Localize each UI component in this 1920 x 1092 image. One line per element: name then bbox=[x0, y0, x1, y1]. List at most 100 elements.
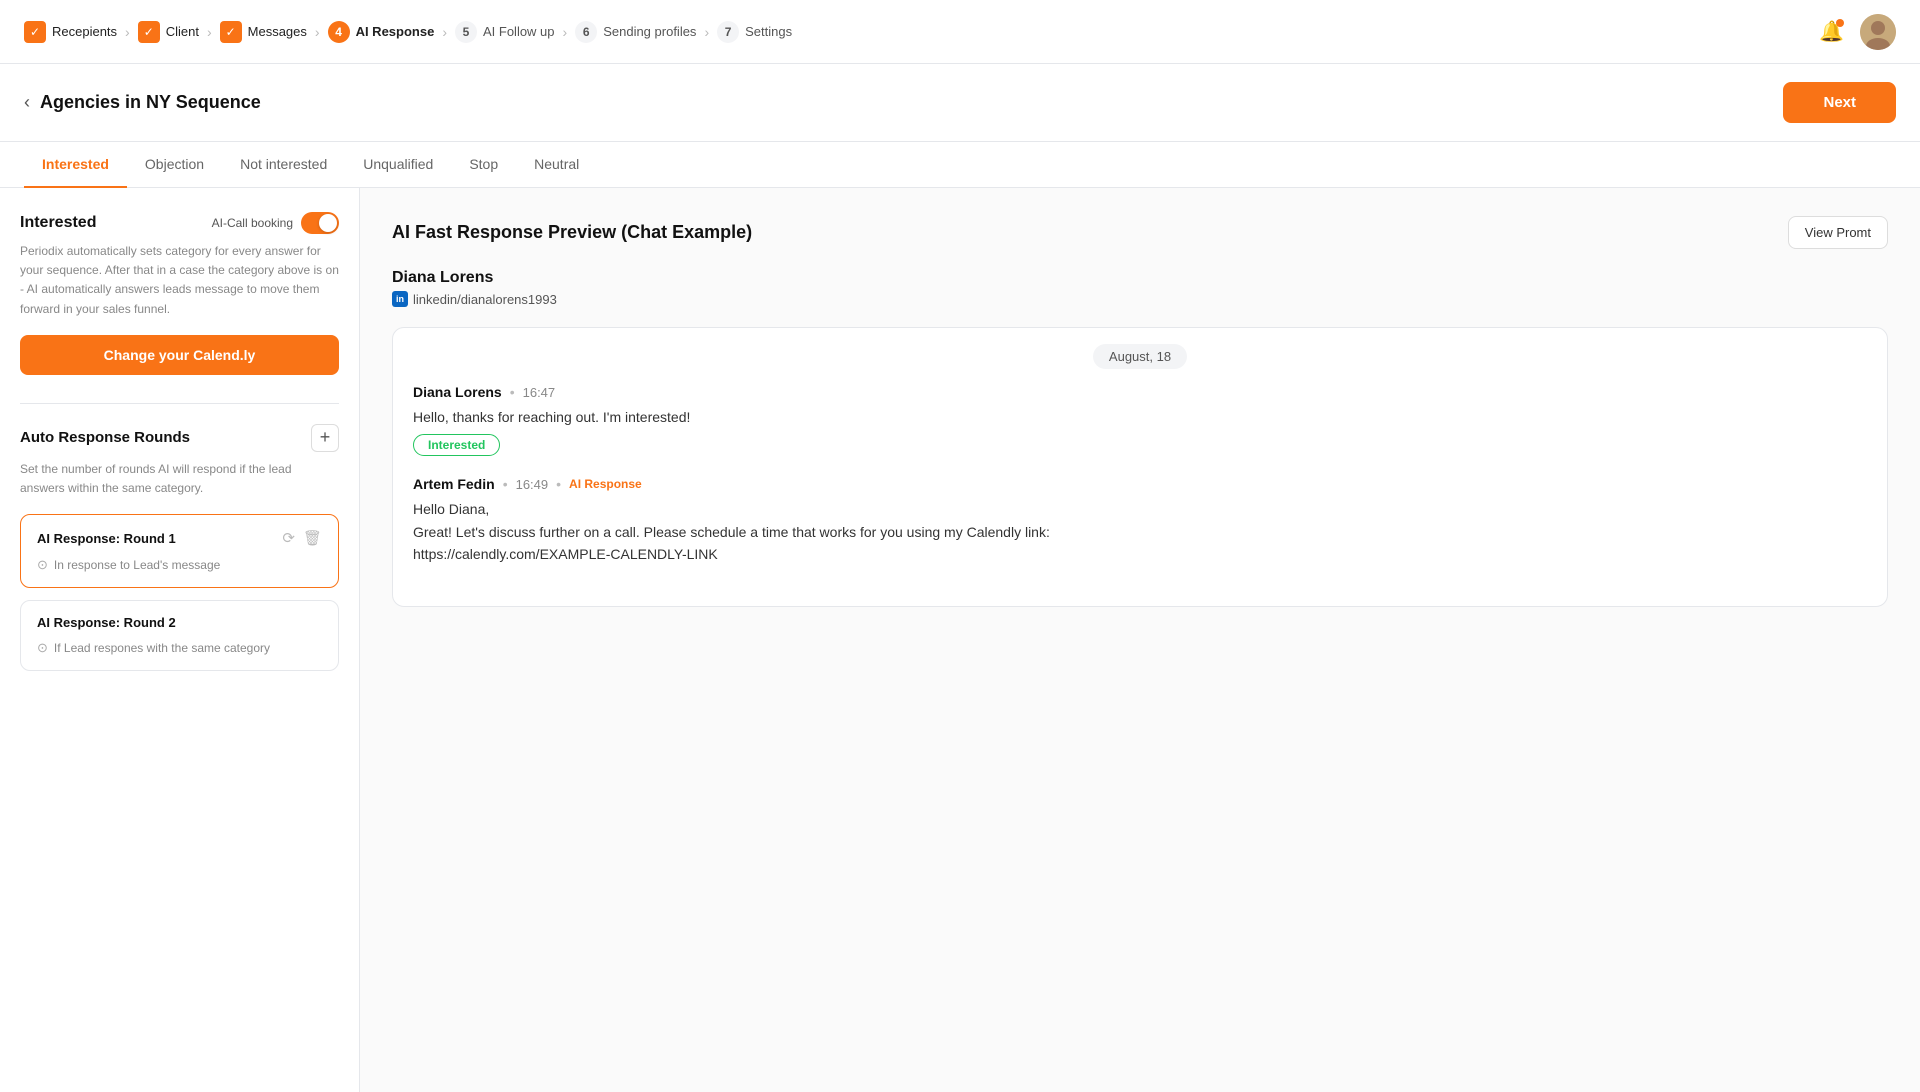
user-avatar[interactable] bbox=[1860, 14, 1896, 50]
step-label-sending-profiles: Sending profiles bbox=[603, 24, 696, 39]
date-badge: August, 18 bbox=[413, 348, 1867, 364]
msg-1-text: Hello, thanks for reaching out. I'm inte… bbox=[413, 406, 1867, 428]
round-1-icons: ⟳ 🗑 bbox=[282, 529, 322, 547]
round-1-delete-icon[interactable]: 🗑 bbox=[303, 529, 322, 547]
tab-stop[interactable]: Stop bbox=[451, 142, 516, 188]
msg-2-dot-2: • bbox=[556, 476, 561, 492]
linkedin-icon: in bbox=[392, 291, 408, 307]
msg-1-sender-row: Diana Lorens • 16:47 bbox=[413, 384, 1867, 400]
nav-step-ai-response[interactable]: 4 AI Response bbox=[328, 21, 435, 43]
msg-2-dot: • bbox=[503, 476, 508, 492]
nav-step-recepients[interactable]: ✓ Recepients bbox=[24, 21, 117, 43]
contact-name: Diana Lorens bbox=[392, 269, 1888, 287]
panel-section-title: Interested bbox=[20, 214, 96, 232]
msg-1-time: 16:47 bbox=[523, 385, 556, 400]
round-2-meta-icon: ⊙ bbox=[37, 640, 48, 656]
preview-title: AI Fast Response Preview (Chat Example) bbox=[392, 222, 752, 243]
round-2-meta: ⊙ If Lead respones with the same categor… bbox=[37, 640, 322, 656]
add-round-button[interactable]: + bbox=[311, 424, 339, 452]
preview-header: AI Fast Response Preview (Chat Example) … bbox=[392, 216, 1888, 249]
arrow-2: › bbox=[207, 24, 212, 40]
toggle-label: AI-Call booking bbox=[212, 216, 293, 230]
view-prompt-button[interactable]: View Promt bbox=[1788, 216, 1888, 249]
message-1: Diana Lorens • 16:47 Hello, thanks for r… bbox=[413, 384, 1867, 456]
step-label-messages: Messages bbox=[248, 24, 307, 39]
step-label-settings: Settings bbox=[745, 24, 792, 39]
msg-1-sender: Diana Lorens bbox=[413, 384, 502, 400]
check-icon-recepients: ✓ bbox=[24, 21, 46, 43]
check-icon-client: ✓ bbox=[138, 21, 160, 43]
main-content: Interested AI-Call booking Periodix auto… bbox=[0, 188, 1920, 1092]
step-num-settings: 7 bbox=[717, 21, 739, 43]
tab-neutral[interactable]: Neutral bbox=[516, 142, 597, 188]
msg-2-ai-label: AI Response bbox=[569, 477, 642, 491]
round-1-name: AI Response: Round 1 bbox=[37, 531, 176, 546]
rounds-header: Auto Response Rounds + bbox=[20, 424, 339, 452]
tab-not-interested[interactable]: Not interested bbox=[222, 142, 345, 188]
nav-right: 🔔 bbox=[1819, 14, 1896, 50]
step-num-sending-profiles: 6 bbox=[575, 21, 597, 43]
notification-bell[interactable]: 🔔 bbox=[1819, 19, 1844, 44]
notification-dot bbox=[1836, 19, 1844, 27]
page-header: ‹ Agencies in NY Sequence Next bbox=[0, 64, 1920, 142]
arrow-4: › bbox=[442, 24, 447, 40]
top-nav: ✓ Recepients › ✓ Client › ✓ Messages › 4… bbox=[0, 0, 1920, 64]
arrow-1: › bbox=[125, 24, 130, 40]
nav-step-messages[interactable]: ✓ Messages bbox=[220, 21, 307, 43]
page-title: Agencies in NY Sequence bbox=[40, 92, 261, 113]
date-badge-text: August, 18 bbox=[1093, 344, 1187, 369]
tab-bar: Interested Objection Not interested Unqu… bbox=[0, 142, 1920, 188]
auto-response-rounds-section: Auto Response Rounds + Set the number of… bbox=[20, 424, 339, 671]
round-1-copy-icon[interactable]: ⟳ bbox=[282, 529, 295, 547]
change-calendly-button[interactable]: Change your Calend.ly bbox=[20, 335, 339, 375]
arrow-3: › bbox=[315, 24, 320, 40]
msg-2-text: Hello Diana, Great! Let's discuss furthe… bbox=[413, 498, 1867, 565]
round-1-meta: ⊙ In response to Lead's message bbox=[37, 557, 322, 573]
tab-interested[interactable]: Interested bbox=[24, 142, 127, 188]
tab-unqualified[interactable]: Unqualified bbox=[345, 142, 451, 188]
msg-2-time: 16:49 bbox=[516, 477, 549, 492]
nav-steps: ✓ Recepients › ✓ Client › ✓ Messages › 4… bbox=[24, 21, 1819, 43]
round-1-meta-text: In response to Lead's message bbox=[54, 558, 220, 572]
message-2: Artem Fedin • 16:49 • AI Response Hello … bbox=[413, 476, 1867, 565]
divider bbox=[20, 403, 339, 404]
nav-step-settings[interactable]: 7 Settings bbox=[717, 21, 792, 43]
msg-1-dot: • bbox=[510, 384, 515, 400]
contact-linkedin: linkedin/dianalorens1993 bbox=[413, 292, 557, 307]
step-label-recepients: Recepients bbox=[52, 24, 117, 39]
msg-2-sender: Artem Fedin bbox=[413, 476, 495, 492]
page-header-left: ‹ Agencies in NY Sequence bbox=[24, 92, 261, 113]
round-2-name: AI Response: Round 2 bbox=[37, 615, 176, 630]
step-label-client: Client bbox=[166, 24, 199, 39]
chat-area: August, 18 Diana Lorens • 16:47 Hello, t… bbox=[392, 327, 1888, 607]
step-num-ai-response: 4 bbox=[328, 21, 350, 43]
next-button[interactable]: Next bbox=[1783, 82, 1896, 123]
back-button[interactable]: ‹ bbox=[24, 92, 30, 113]
arrow-6: › bbox=[704, 24, 709, 40]
left-panel: Interested AI-Call booking Periodix auto… bbox=[0, 188, 360, 1092]
round-card-1[interactable]: AI Response: Round 1 ⟳ 🗑 ⊙ In response t… bbox=[20, 514, 339, 588]
contact-link: in linkedin/dianalorens1993 bbox=[392, 291, 1888, 307]
ai-call-booking-toggle[interactable] bbox=[301, 212, 339, 234]
step-label-ai-response: AI Response bbox=[356, 24, 435, 39]
step-num-ai-follow-up: 5 bbox=[455, 21, 477, 43]
nav-step-ai-follow-up[interactable]: 5 AI Follow up bbox=[455, 21, 555, 43]
step-label-ai-follow-up: AI Follow up bbox=[483, 24, 555, 39]
toggle-wrap: AI-Call booking bbox=[212, 212, 339, 234]
round-card-2-header: AI Response: Round 2 bbox=[37, 615, 322, 630]
round-1-meta-icon: ⊙ bbox=[37, 557, 48, 573]
arrow-5: › bbox=[563, 24, 568, 40]
nav-step-client[interactable]: ✓ Client bbox=[138, 21, 199, 43]
round-2-meta-text: If Lead respones with the same category bbox=[54, 641, 270, 655]
msg-2-sender-row: Artem Fedin • 16:49 • AI Response bbox=[413, 476, 1867, 492]
nav-step-sending-profiles[interactable]: 6 Sending profiles bbox=[575, 21, 696, 43]
round-card-2[interactable]: AI Response: Round 2 ⊙ If Lead respones … bbox=[20, 600, 339, 671]
rounds-title: Auto Response Rounds bbox=[20, 429, 190, 446]
msg-1-badge: Interested bbox=[413, 434, 500, 456]
right-panel: AI Fast Response Preview (Chat Example) … bbox=[360, 188, 1920, 1092]
panel-description: Periodix automatically sets category for… bbox=[20, 242, 339, 319]
toggle-knob bbox=[319, 214, 337, 232]
rounds-description: Set the number of rounds AI will respond… bbox=[20, 460, 339, 498]
round-card-1-header: AI Response: Round 1 ⟳ 🗑 bbox=[37, 529, 322, 547]
tab-objection[interactable]: Objection bbox=[127, 142, 222, 188]
